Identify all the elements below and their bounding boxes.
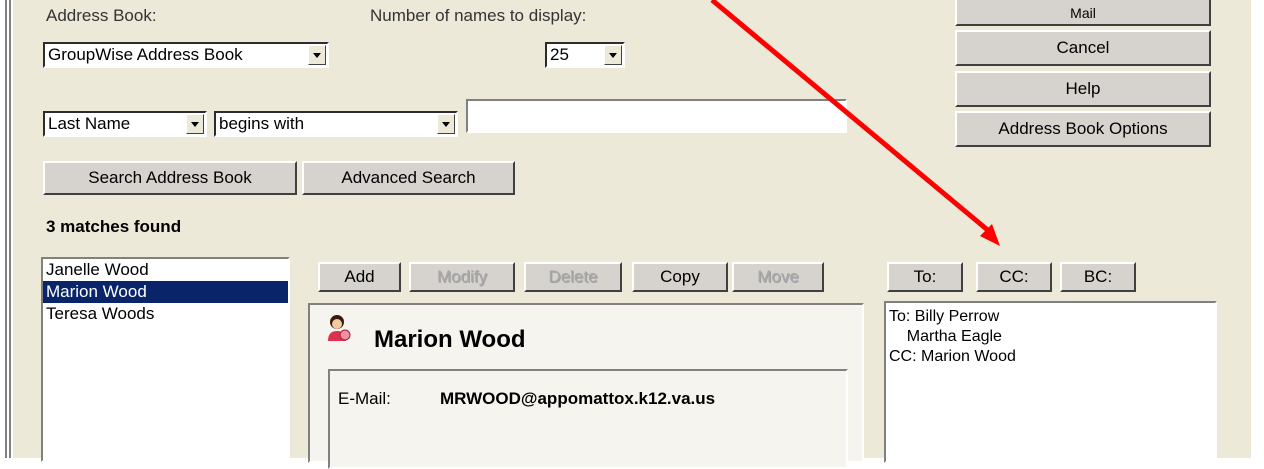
annotation-arrow-icon — [710, 0, 1000, 246]
